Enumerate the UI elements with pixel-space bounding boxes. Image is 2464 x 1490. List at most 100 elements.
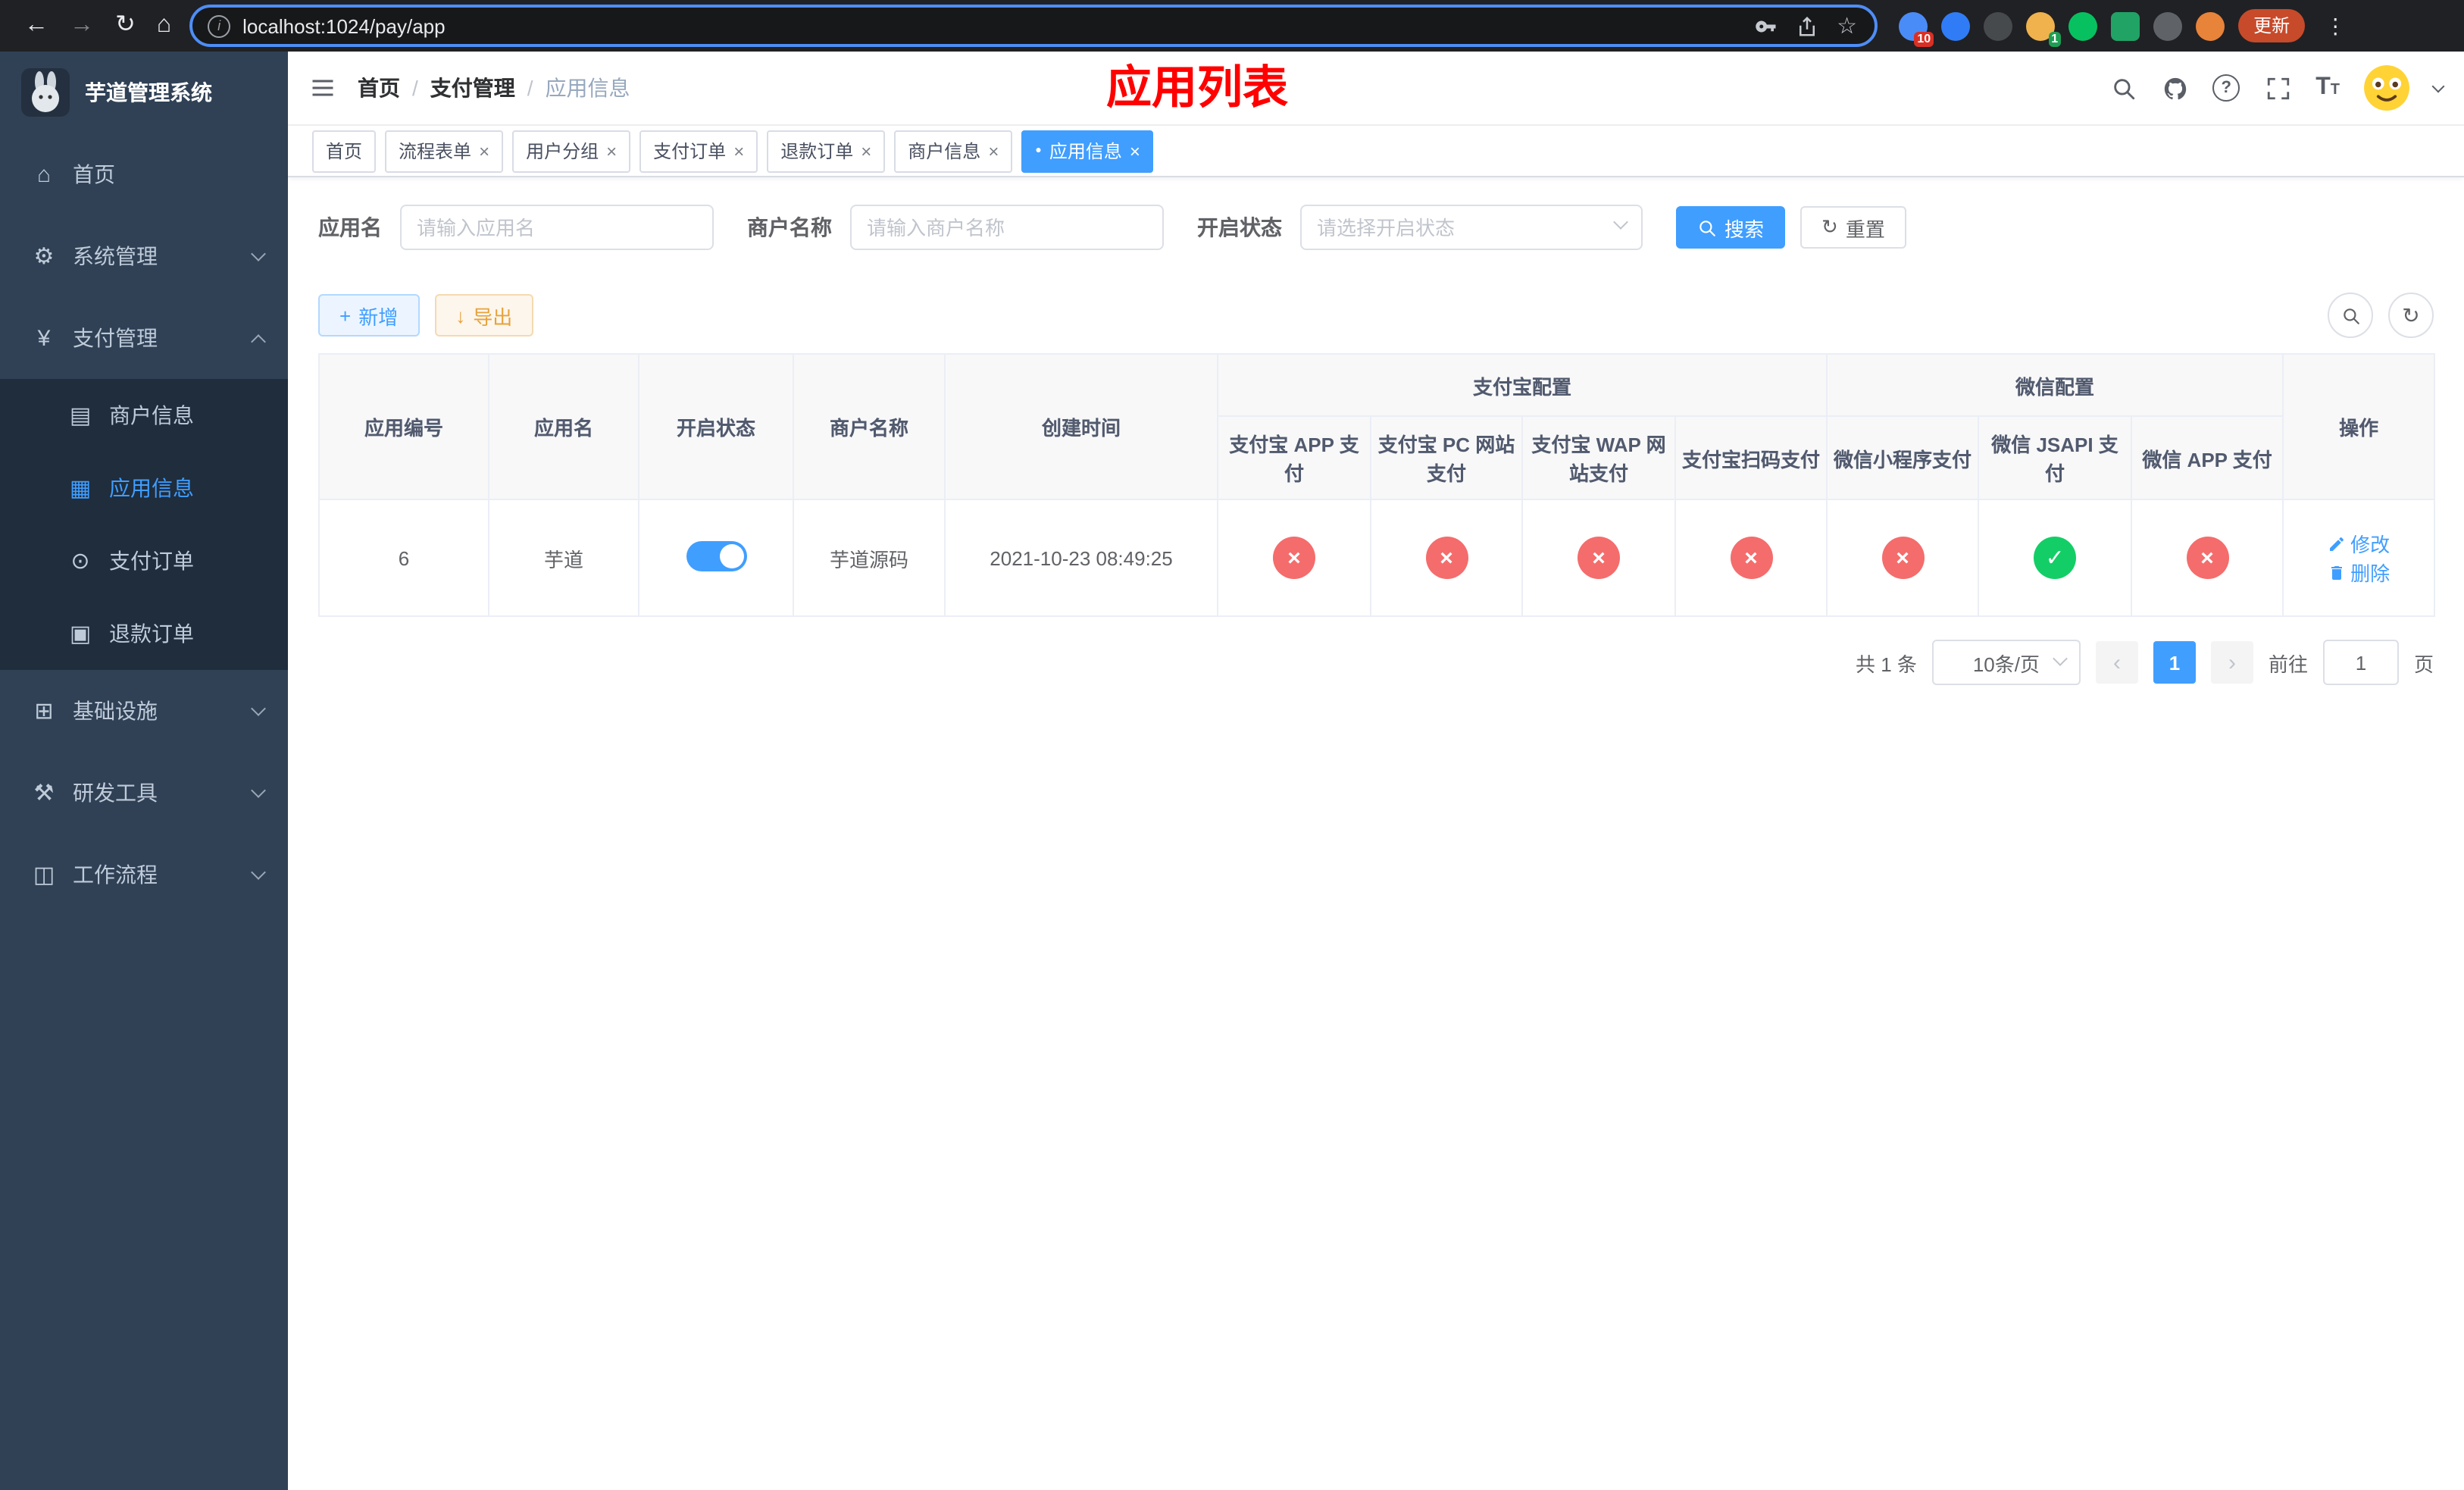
browser-back-button[interactable]: ← (24, 13, 48, 38)
browser-update-button[interactable]: 更新 (2238, 9, 2306, 42)
export-button[interactable]: ↓ 导出 (434, 294, 534, 337)
password-key-icon[interactable] (1755, 14, 1778, 37)
tab-pay-order[interactable]: 支付订单 × (639, 130, 758, 172)
tab-label: 流程表单 (399, 141, 472, 162)
sidebar-logo[interactable]: 芋道管理系统 (0, 52, 288, 133)
extension-icon-6[interactable] (2111, 11, 2140, 40)
logo-rabbit-icon (21, 68, 70, 117)
payment-submenu: ▤ 商户信息 ▦ 应用信息 ⊙ 支付订单 ▣ 退款订单 (0, 379, 288, 670)
sidebar-item-label: 研发工具 (73, 781, 158, 805)
extension-icon-8[interactable] (2196, 11, 2225, 40)
avatar-dropdown-icon[interactable] (2431, 79, 2445, 92)
breadcrumb-payment[interactable]: 支付管理 (430, 73, 515, 103)
page-size-select[interactable]: 10条/页 (1931, 640, 2081, 685)
status-label: 开启状态 (1197, 215, 1282, 239)
sidebar-item-payment[interactable]: ¥ 支付管理 (0, 297, 288, 379)
page-number-1[interactable]: 1 (2153, 641, 2196, 684)
status-toggle[interactable] (686, 540, 746, 571)
extension-icon-7[interactable] (2153, 11, 2183, 40)
tab-home[interactable]: 首页 (312, 130, 377, 172)
chevron-up-icon (251, 333, 266, 349)
extension-icon-2[interactable] (1941, 11, 1971, 40)
reset-button[interactable]: ↻ 重置 (1800, 206, 1906, 249)
docs-question-icon[interactable]: ? (2212, 74, 2240, 102)
close-icon[interactable]: × (733, 142, 744, 160)
home-icon: ⌂ (36, 161, 52, 187)
sidebar-item-label: 首页 (73, 162, 115, 186)
sidebar-item-home[interactable]: ⌂ 首页 (0, 133, 288, 215)
close-icon[interactable]: × (988, 142, 999, 160)
sidebar-item-infrastructure[interactable]: ⊞ 基础设施 (0, 670, 288, 752)
extension-icon-3[interactable] (1984, 11, 2013, 40)
server-icon: ⊞ (34, 699, 54, 725)
merchant-name-input[interactable] (850, 205, 1164, 250)
sidebar-item-app-info[interactable]: ▦ 应用信息 (0, 452, 288, 524)
status-select-input[interactable] (1300, 205, 1643, 250)
tab-merchant-info[interactable]: 商户信息 × (894, 130, 1013, 172)
search-form: 应用名 商户名称 开启状态 搜索 ↻ 重置 (318, 205, 2434, 250)
col-merchant: 商户名称 (793, 353, 946, 500)
disabled-status-icon: × (1578, 537, 1620, 579)
next-page-button[interactable]: › (2210, 641, 2253, 684)
sidebar-item-devtools[interactable]: ⚒ 研发工具 (0, 752, 288, 834)
browser-nav-buttons: ← → ↻ ⌂ (15, 13, 180, 38)
prev-page-button[interactable]: ‹ (2095, 641, 2138, 684)
cell-actions: 修改 删除 (2282, 499, 2436, 617)
extension-badge: 10 (1914, 31, 1934, 46)
close-icon[interactable]: × (1130, 142, 1140, 160)
extension-icon-4[interactable]: 1 (2026, 11, 2062, 46)
goto-page-input[interactable] (2322, 640, 2399, 685)
extension-icon-5[interactable] (2068, 11, 2098, 40)
sidebar-item-pay-order[interactable]: ⊙ 支付订单 (0, 524, 288, 597)
sidebar-item-system[interactable]: ⚙ 系统管理 (0, 215, 288, 297)
sidebar-item-refund-order[interactable]: ▣ 退款订单 (0, 597, 288, 670)
fullscreen-icon[interactable] (2264, 74, 2291, 102)
refresh-table-button[interactable]: ↻ (2388, 293, 2434, 338)
download-icon: ↓ (455, 304, 466, 327)
site-info-icon[interactable]: i (208, 14, 231, 37)
font-size-icon[interactable]: TT (2315, 75, 2340, 100)
browser-forward-button[interactable]: → (70, 13, 94, 38)
user-avatar[interactable] (2364, 65, 2409, 111)
tab-flow-form[interactable]: 流程表单 × (385, 130, 504, 172)
status-select[interactable] (1300, 205, 1643, 250)
add-button[interactable]: + 新增 (318, 294, 420, 337)
breadcrumb-home[interactable]: 首页 (358, 73, 400, 103)
share-icon[interactable] (1796, 14, 1818, 37)
toggle-search-button[interactable] (2328, 293, 2373, 338)
edit-button[interactable]: 修改 (2328, 529, 2390, 558)
bookmark-star-icon[interactable]: ☆ (1837, 14, 1859, 37)
tab-app-info[interactable]: ● 应用信息 × (1021, 130, 1154, 172)
group-alipay-config: 支付宝配置 (1216, 353, 1828, 417)
tab-user-group[interactable]: 用户分组 × (512, 130, 631, 172)
chevron-down-icon (251, 701, 266, 716)
navbar-actions: ? TT (2109, 65, 2445, 111)
browser-home-button[interactable]: ⌂ (157, 13, 171, 38)
browser-reload-button[interactable]: ↻ (115, 13, 136, 38)
refresh-icon: ↻ (1821, 215, 1838, 238)
sidebar-item-merchant-info[interactable]: ▤ 商户信息 (0, 379, 288, 452)
tab-refund-order[interactable]: 退款订单 × (767, 130, 886, 172)
extension-badge: 1 (2048, 31, 2062, 46)
extension-icon-1[interactable]: 10 (1899, 11, 1934, 46)
browser-menu-icon[interactable]: ⋮ (2319, 13, 2352, 39)
sidebar-item-label: 基础设施 (73, 699, 158, 723)
search-icon[interactable] (2109, 74, 2137, 102)
disabled-status-icon: × (2186, 537, 2229, 579)
github-icon[interactable] (2161, 74, 2188, 102)
search-button-label: 搜索 (1724, 218, 1765, 240)
app-name-input[interactable] (400, 205, 714, 250)
chevron-down-icon (251, 246, 266, 261)
sidebar-toggle-icon[interactable] (288, 52, 358, 124)
close-icon[interactable]: × (606, 142, 617, 160)
breadcrumb-current: 应用信息 (545, 76, 630, 100)
delete-button[interactable]: 删除 (2328, 558, 2390, 587)
sidebar-item-workflow[interactable]: ◫ 工作流程 (0, 834, 288, 916)
close-icon[interactable]: × (861, 142, 871, 160)
close-icon[interactable]: × (479, 142, 489, 160)
top-navbar: 首页 / 支付管理 / 应用信息 ? TT (288, 52, 2464, 126)
app-table: 应用编号 应用名 开启状态 商户名称 创建时间 支付宝配置 微信配置 操作 支付… (318, 353, 2436, 617)
table-right-tools: ↻ (2328, 293, 2434, 338)
url-bar[interactable]: i localhost:1024/pay/app ☆ (189, 5, 1878, 47)
search-button[interactable]: 搜索 (1676, 206, 1786, 249)
